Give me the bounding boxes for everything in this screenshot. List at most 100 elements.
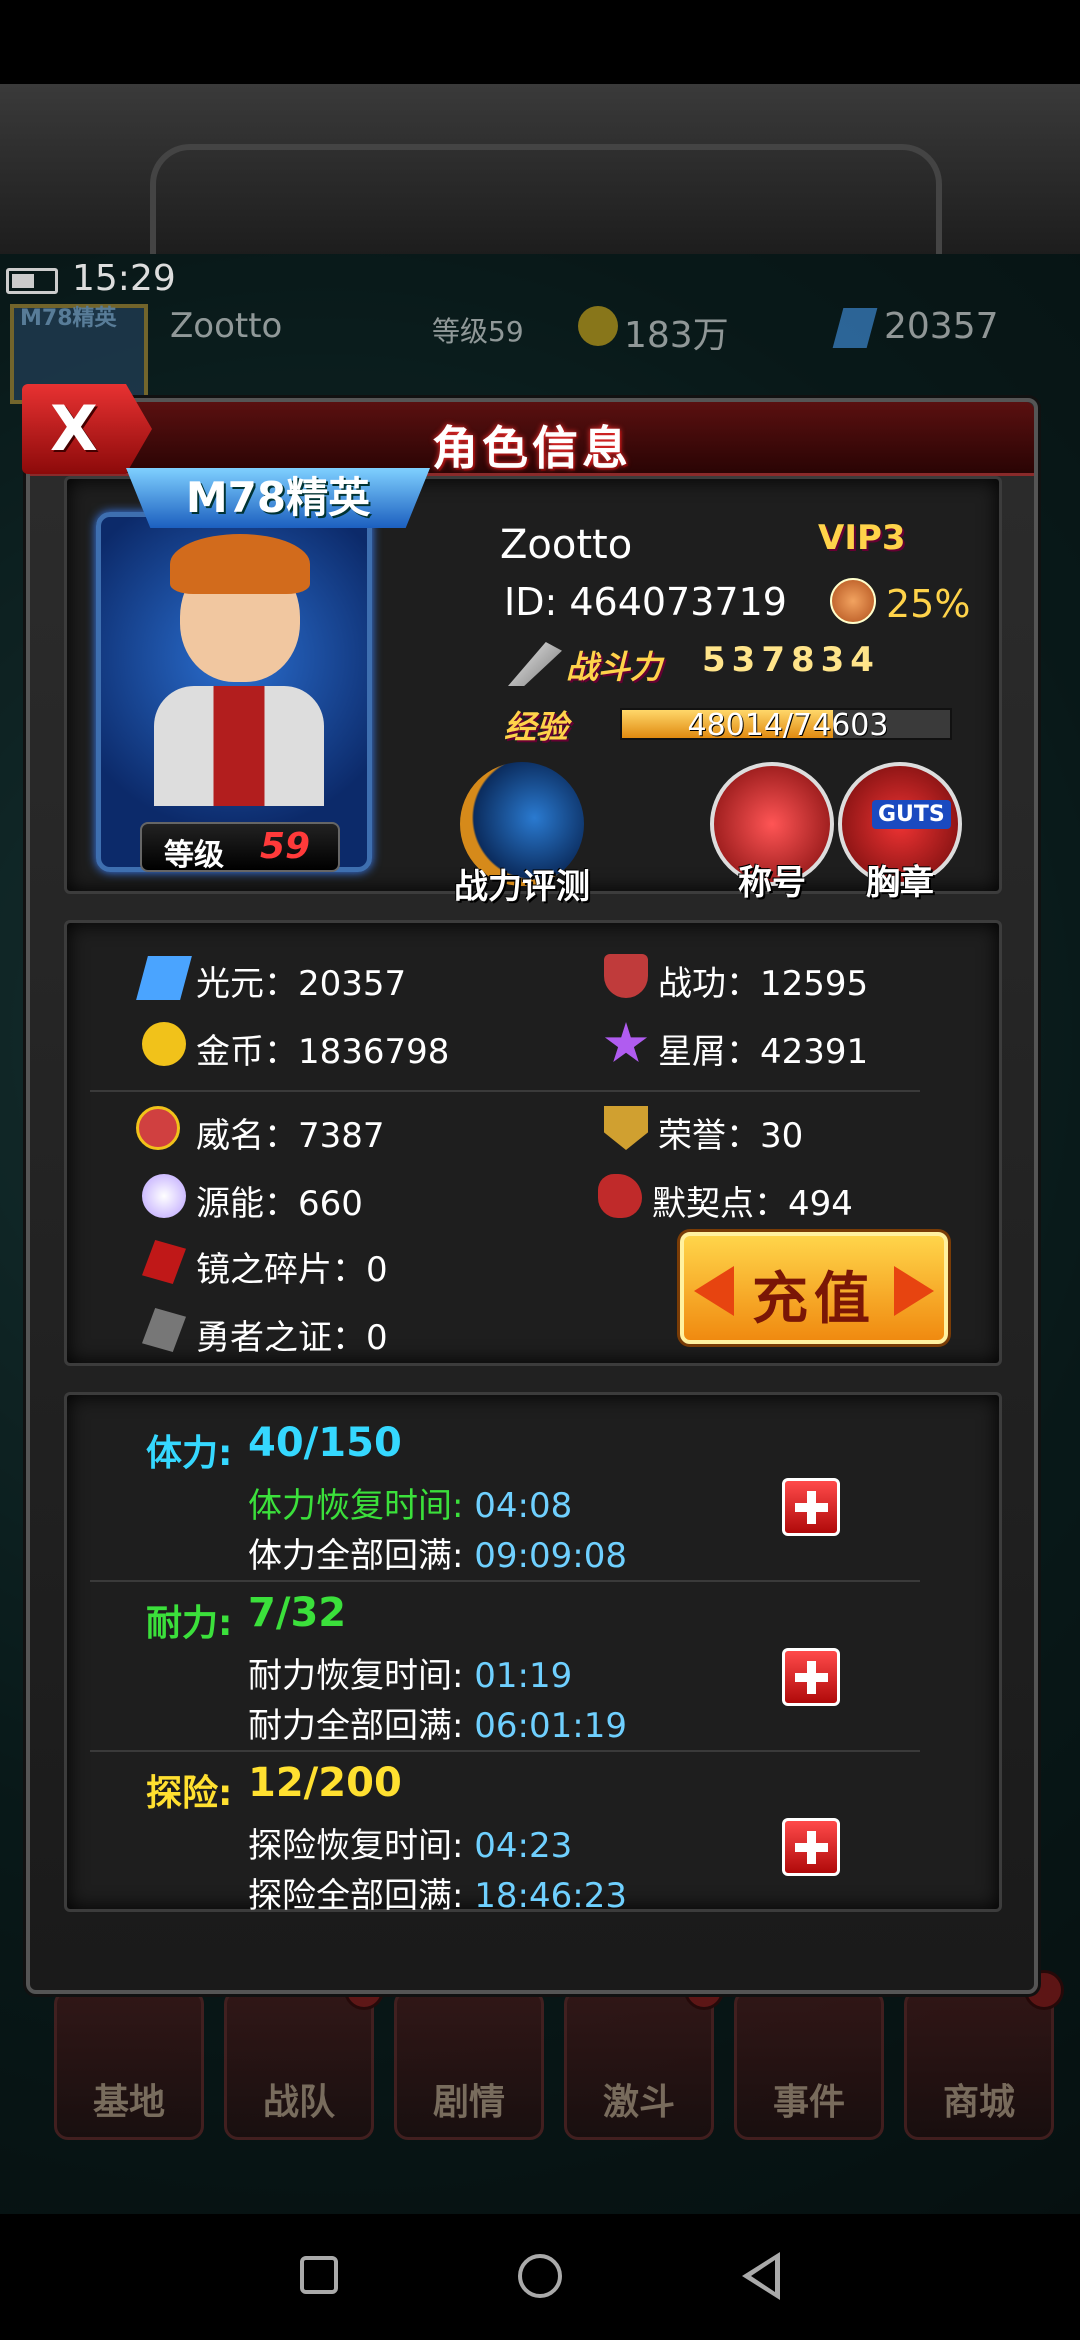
close-icon: X — [50, 392, 98, 465]
endurance-full-row: 耐力全部回满: 06:01:19 — [248, 1698, 627, 1747]
exploration-recover-time: 04:23 — [474, 1826, 573, 1866]
exploration-label: 探险: — [146, 1773, 233, 1814]
vip-badge[interactable]: VIP3 — [818, 518, 906, 558]
player-id: ID: 464073719 — [504, 580, 787, 624]
endurance-value: 7/32 — [248, 1590, 347, 1636]
stamina-recover-row: 体力恢复时间: 04:08 — [248, 1478, 572, 1527]
resource-guangyuan: 光元：20357 — [196, 964, 407, 1004]
resource-weiming: 威名：7387 — [196, 1116, 385, 1156]
player-level: 等级59 — [432, 315, 524, 348]
gem-icon — [832, 308, 878, 348]
nav-team[interactable]: 战队 — [224, 1990, 374, 2140]
recharge-button[interactable]: 充值 — [680, 1232, 948, 1344]
endurance-add-button[interactable] — [782, 1648, 840, 1706]
resource-jingzhisuipian: 镜之碎片：0 — [196, 1250, 388, 1290]
nav-battle[interactable]: 激斗 — [564, 1990, 714, 2140]
exploration-recover-label: 探险恢复时间: — [248, 1826, 464, 1866]
close-button[interactable]: X — [22, 384, 152, 474]
stamina-full-time: 09:09:08 — [474, 1536, 627, 1576]
back-icon[interactable] — [742, 2252, 780, 2300]
exp-text: 48014/74603 — [687, 708, 889, 743]
exploration-full-label: 探险全部回满: — [248, 1876, 464, 1916]
stamina-recover-label: 体力恢复时间: — [248, 1486, 464, 1526]
exp-label: 经验 — [504, 708, 569, 746]
power-evaluation-label: 战力评测 — [454, 867, 590, 907]
prestige-icon — [136, 1106, 180, 1150]
stamina-full-row: 体力全部回满: 09:09:08 — [248, 1528, 627, 1577]
nav-event[interactable]: 事件 — [734, 1990, 884, 2140]
nav-label: 激斗 — [602, 2082, 675, 2123]
recharge-label: 充值 — [752, 1267, 876, 1332]
endurance-label: 耐力: — [146, 1603, 233, 1644]
endurance-full-time: 06:01:19 — [474, 1706, 627, 1746]
power-value: 537834 — [702, 640, 880, 680]
battery-icon — [6, 268, 58, 294]
resource-zhangong: 战功：12595 — [658, 964, 869, 1004]
profile-name: Zootto — [500, 522, 633, 568]
medal-icon — [830, 578, 876, 624]
endurance-full-label: 耐力全部回满: — [248, 1706, 464, 1746]
nav-label: 剧情 — [432, 2082, 505, 2123]
guts-logo-icon: GUTS — [872, 800, 951, 829]
divider — [90, 1580, 920, 1582]
resource-rongyu: 荣誉：30 — [658, 1116, 804, 1156]
resource-jinbi: 金币：1836798 — [196, 1032, 450, 1072]
medal-percent: 25% — [886, 582, 971, 626]
stamina-full-label: 体力全部回满: — [248, 1536, 464, 1576]
gold-amount: 183万 — [624, 315, 729, 356]
endurance-recover-label: 耐力恢复时间: — [248, 1656, 464, 1696]
nav-label: 商城 — [942, 2082, 1015, 2123]
player-name: Zootto — [170, 306, 283, 346]
badge-label: 胸章 — [866, 863, 934, 903]
exploration-full-time: 18:46:23 — [474, 1876, 627, 1916]
nav-shop[interactable]: 商城 — [904, 1990, 1054, 2140]
resource-xingxie: 星屑：42391 — [658, 1032, 869, 1072]
resource-moqidian: 默契点：494 — [652, 1184, 853, 1224]
endurance-recover-row: 耐力恢复时间: 01:19 — [248, 1648, 572, 1697]
exploration-recover-row: 探险恢复时间: 04:23 — [248, 1818, 572, 1867]
dialog-header: 角色信息 — [30, 402, 1034, 476]
level-label: 等级 — [164, 838, 224, 873]
energy-orb-icon — [142, 1174, 186, 1218]
gem-amount: 20357 — [884, 306, 999, 347]
power-label: 战斗力 — [566, 648, 663, 686]
stamina-recover-time: 04:08 — [474, 1486, 573, 1526]
portrait-body — [154, 686, 324, 806]
exploration-add-button[interactable] — [782, 1818, 840, 1876]
divider — [90, 1750, 920, 1752]
game-top-bar: M78精英 Zootto 等级59 183万 20357 — [0, 304, 1080, 404]
exp-progress-bar: 48014/74603 — [620, 708, 952, 743]
stamina-value: 40/150 — [248, 1420, 402, 1466]
exploration-full-row: 探险全部回满: 18:46:23 — [248, 1868, 627, 1917]
rank-badge: M78精英 — [20, 306, 117, 331]
game-top-frame — [0, 84, 1080, 260]
recent-apps-icon[interactable] — [300, 2256, 338, 2294]
home-icon[interactable] — [518, 2254, 562, 2298]
fist-icon — [598, 1174, 642, 1218]
portrait-hair — [170, 534, 310, 594]
nav-label: 战队 — [262, 2082, 335, 2123]
power-evaluation-button[interactable]: 战力评测 — [454, 762, 590, 907]
status-bar: 15:29 — [0, 254, 1080, 304]
status-time: 15:29 — [72, 258, 176, 299]
character-info-dialog: 角色信息 X M78精英 等级 59 Zootto VIP3 ID: 46407… — [22, 384, 1038, 1994]
nav-story[interactable]: 剧情 — [394, 1990, 544, 2140]
badge-button[interactable]: GUTS 胸章 — [838, 762, 962, 903]
rank-banner: M78精英 — [126, 468, 430, 528]
stamina-label: 体力: — [146, 1433, 233, 1474]
top-black-bar — [0, 0, 1080, 84]
level-value: 59 — [260, 826, 311, 867]
shield-icon — [604, 954, 648, 998]
gold-coin-icon — [578, 306, 618, 346]
nav-label: 基地 — [92, 2082, 165, 2123]
stamina-add-button[interactable] — [782, 1478, 840, 1536]
resource-yongzhezhizheng: 勇者之证：0 — [196, 1318, 388, 1358]
game-bottom-nav: 基地 战队 剧情 激斗 事件 商城 — [0, 1970, 1080, 2140]
nav-base[interactable]: 基地 — [54, 1990, 204, 2140]
exploration-value: 12/200 — [248, 1760, 402, 1806]
divider — [90, 1090, 920, 1092]
gold-coin-icon — [142, 1022, 186, 1066]
nav-label: 事件 — [772, 2082, 845, 2123]
endurance-recover-time: 01:19 — [474, 1656, 573, 1696]
level-plate: 等级 59 — [140, 822, 340, 873]
